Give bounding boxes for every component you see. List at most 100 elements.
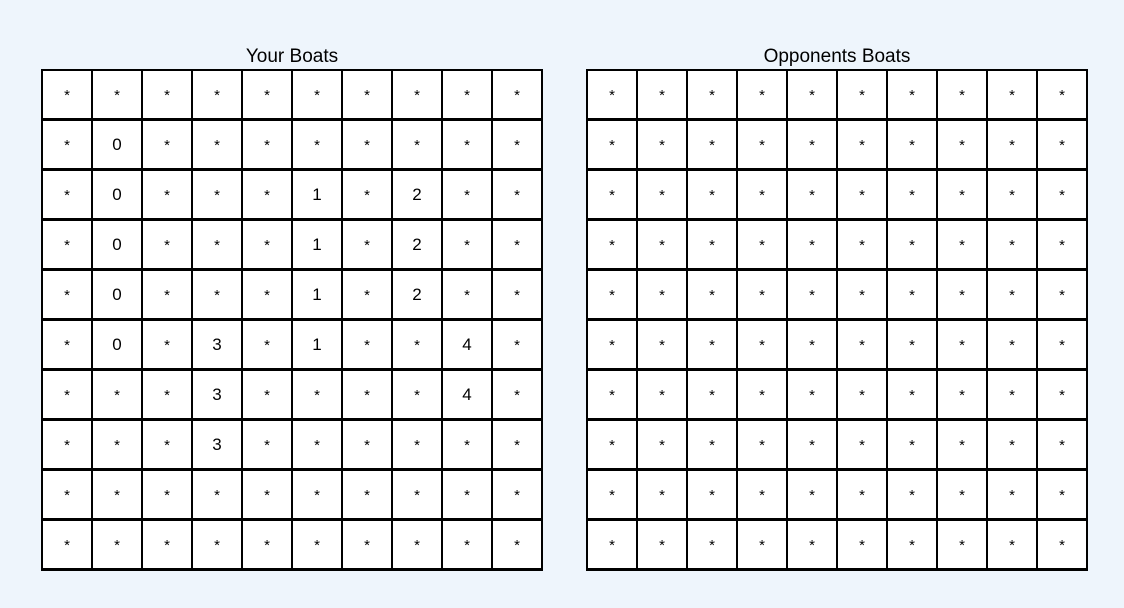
opponent-board-cell-r9-c1[interactable]: * — [638, 521, 688, 571]
opponent-board-cell-r2-c9[interactable]: * — [1038, 171, 1088, 221]
opponent-board-cell-r1-c9[interactable]: * — [1038, 121, 1088, 171]
opponent-board-cell-r3-c0[interactable]: * — [588, 221, 638, 271]
opponent-board-cell-r9-c8[interactable]: * — [988, 521, 1038, 571]
opponent-board-cell-r7-c3[interactable]: * — [738, 421, 788, 471]
opponent-board-cell-r7-c0[interactable]: * — [588, 421, 638, 471]
opponent-board-cell-r7-c6[interactable]: * — [888, 421, 938, 471]
opponent-board-cell-r5-c5[interactable]: * — [838, 321, 888, 371]
opponent-board-cell-r9-c9[interactable]: * — [1038, 521, 1088, 571]
opponent-board-cell-r0-c0[interactable]: * — [588, 71, 638, 121]
opponent-board-cell-r5-c9[interactable]: * — [1038, 321, 1088, 371]
opponent-board-cell-r7-c2[interactable]: * — [688, 421, 738, 471]
opponent-board-cell-r9-c2[interactable]: * — [688, 521, 738, 571]
opponent-board-cell-r3-c6[interactable]: * — [888, 221, 938, 271]
opponent-board-cell-r1-c4[interactable]: * — [788, 121, 838, 171]
opponent-board-cell-r1-c7[interactable]: * — [938, 121, 988, 171]
opponent-board-cell-r8-c2[interactable]: * — [688, 471, 738, 521]
opponent-board-cell-r2-c5[interactable]: * — [838, 171, 888, 221]
opponent-board-cell-r0-c1[interactable]: * — [638, 71, 688, 121]
opponent-board-cell-r9-c6[interactable]: * — [888, 521, 938, 571]
opponent-board-cell-r9-c3[interactable]: * — [738, 521, 788, 571]
opponent-board-cell-r9-c0[interactable]: * — [588, 521, 638, 571]
opponent-board-cell-r7-c8[interactable]: * — [988, 421, 1038, 471]
opponent-board-cell-r9-c5[interactable]: * — [838, 521, 888, 571]
opponent-board-cell-r4-c3[interactable]: * — [738, 271, 788, 321]
opponent-board-cell-r9-c7[interactable]: * — [938, 521, 988, 571]
opponent-board-cell-r1-c1[interactable]: * — [638, 121, 688, 171]
opponent-board-cell-r8-c5[interactable]: * — [838, 471, 888, 521]
opponent-board-cell-r7-c7[interactable]: * — [938, 421, 988, 471]
opponent-board-cell-r3-c7[interactable]: * — [938, 221, 988, 271]
opponent-board-cell-r2-c8[interactable]: * — [988, 171, 1038, 221]
opponent-board-cell-r8-c1[interactable]: * — [638, 471, 688, 521]
opponent-board-cell-r6-c5[interactable]: * — [838, 371, 888, 421]
opponent-board-cell-r3-c8[interactable]: * — [988, 221, 1038, 271]
opponent-board-cell-r8-c4[interactable]: * — [788, 471, 838, 521]
opponent-board-cell-r2-c6[interactable]: * — [888, 171, 938, 221]
opponent-board-cell-r7-c5[interactable]: * — [838, 421, 888, 471]
opponent-board-cell-r3-c3[interactable]: * — [738, 221, 788, 271]
opponent-board-cell-r0-c4[interactable]: * — [788, 71, 838, 121]
opponent-board-cell-r5-c2[interactable]: * — [688, 321, 738, 371]
opponent-board-cell-r4-c5[interactable]: * — [838, 271, 888, 321]
opponent-board-cell-r3-c1[interactable]: * — [638, 221, 688, 271]
opponent-board-cell-r6-c9[interactable]: * — [1038, 371, 1088, 421]
opponent-board-cell-r3-c5[interactable]: * — [838, 221, 888, 271]
opponent-board-cell-r6-c3[interactable]: * — [738, 371, 788, 421]
opponent-board-cell-r4-c8[interactable]: * — [988, 271, 1038, 321]
opponent-board-cell-r8-c6[interactable]: * — [888, 471, 938, 521]
opponent-board-cell-r3-c9[interactable]: * — [1038, 221, 1088, 271]
opponent-board-cell-r6-c6[interactable]: * — [888, 371, 938, 421]
opponent-board-cell-r8-c3[interactable]: * — [738, 471, 788, 521]
opponent-board-cell-r7-c1[interactable]: * — [638, 421, 688, 471]
opponent-board-cell-r1-c8[interactable]: * — [988, 121, 1038, 171]
opponent-board-cell-r4-c1[interactable]: * — [638, 271, 688, 321]
opponent-board-cell-r5-c7[interactable]: * — [938, 321, 988, 371]
opponent-board-cell-r3-c4[interactable]: * — [788, 221, 838, 271]
opponent-board-cell-r5-c0[interactable]: * — [588, 321, 638, 371]
opponent-board-cell-r2-c0[interactable]: * — [588, 171, 638, 221]
opponent-board-cell-r7-c4[interactable]: * — [788, 421, 838, 471]
opponent-board-cell-r6-c4[interactable]: * — [788, 371, 838, 421]
opponent-board-cell-r1-c5[interactable]: * — [838, 121, 888, 171]
opponent-board-cell-r6-c0[interactable]: * — [588, 371, 638, 421]
opponent-board-cell-r6-c8[interactable]: * — [988, 371, 1038, 421]
opponent-board-cell-r5-c1[interactable]: * — [638, 321, 688, 371]
opponent-board-cell-r0-c2[interactable]: * — [688, 71, 738, 121]
opponent-board-cell-r4-c4[interactable]: * — [788, 271, 838, 321]
opponent-board-cell-r3-c2[interactable]: * — [688, 221, 738, 271]
opponent-board-cell-r0-c5[interactable]: * — [838, 71, 888, 121]
opponent-board-cell-r1-c2[interactable]: * — [688, 121, 738, 171]
opponent-board-cell-r0-c8[interactable]: * — [988, 71, 1038, 121]
opponent-board-cell-r0-c3[interactable]: * — [738, 71, 788, 121]
opponent-board-cell-r2-c7[interactable]: * — [938, 171, 988, 221]
opponent-board-cell-r6-c1[interactable]: * — [638, 371, 688, 421]
opponent-board-cell-r4-c9[interactable]: * — [1038, 271, 1088, 321]
opponent-board-cell-r1-c0[interactable]: * — [588, 121, 638, 171]
opponent-board-cell-r8-c9[interactable]: * — [1038, 471, 1088, 521]
opponent-board-cell-r5-c3[interactable]: * — [738, 321, 788, 371]
opponent-board-cell-r7-c9[interactable]: * — [1038, 421, 1088, 471]
opponent-board-cell-r4-c6[interactable]: * — [888, 271, 938, 321]
opponent-board-cell-r6-c2[interactable]: * — [688, 371, 738, 421]
opponent-board-cell-r9-c4[interactable]: * — [788, 521, 838, 571]
opponent-board-cell-r1-c6[interactable]: * — [888, 121, 938, 171]
opponent-board-cell-r4-c7[interactable]: * — [938, 271, 988, 321]
opponent-board-cell-r2-c4[interactable]: * — [788, 171, 838, 221]
opponent-board-cell-r4-c0[interactable]: * — [588, 271, 638, 321]
opponent-board-cell-r1-c3[interactable]: * — [738, 121, 788, 171]
opponent-board-cell-r5-c6[interactable]: * — [888, 321, 938, 371]
opponent-board-cell-r8-c0[interactable]: * — [588, 471, 638, 521]
opponent-board-cell-r2-c2[interactable]: * — [688, 171, 738, 221]
opponent-board-cell-r0-c7[interactable]: * — [938, 71, 988, 121]
opponent-board-cell-r0-c6[interactable]: * — [888, 71, 938, 121]
opponent-board-cell-r0-c9[interactable]: * — [1038, 71, 1088, 121]
opponent-board-cell-r8-c7[interactable]: * — [938, 471, 988, 521]
opponent-board-cell-r2-c3[interactable]: * — [738, 171, 788, 221]
opponent-board-cell-r4-c2[interactable]: * — [688, 271, 738, 321]
opponent-board-cell-r5-c8[interactable]: * — [988, 321, 1038, 371]
opponent-board-cell-r6-c7[interactable]: * — [938, 371, 988, 421]
opponent-board-cell-r5-c4[interactable]: * — [788, 321, 838, 371]
opponent-board-cell-r8-c8[interactable]: * — [988, 471, 1038, 521]
opponent-board-cell-r2-c1[interactable]: * — [638, 171, 688, 221]
